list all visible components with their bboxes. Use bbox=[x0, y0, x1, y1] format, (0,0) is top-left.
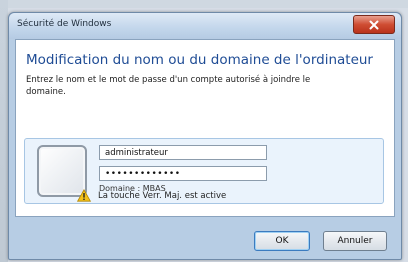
cancel-button[interactable]: Annuler bbox=[323, 231, 387, 251]
title-bar[interactable]: Sécurité de Windows bbox=[9, 13, 401, 39]
close-button[interactable] bbox=[353, 15, 395, 34]
warning-icon bbox=[77, 189, 91, 202]
warning-text: La touche Verr. Maj. est active bbox=[98, 190, 227, 201]
desktop-edge bbox=[0, 0, 8, 262]
close-icon bbox=[369, 20, 379, 29]
password-input[interactable]: ••••••••••••• bbox=[99, 166, 267, 181]
dialog-description: Entrez le nom et le mot de passe d'un co… bbox=[26, 75, 311, 97]
security-dialog: Sécurité de Windows Modification du nom … bbox=[8, 12, 402, 260]
window-title: Sécurité de Windows bbox=[17, 19, 112, 29]
caps-lock-warning: La touche Verr. Maj. est active bbox=[77, 189, 226, 202]
ok-button[interactable]: OK bbox=[254, 231, 310, 251]
dialog-heading: Modification du nom ou du domaine de l'o… bbox=[26, 52, 373, 68]
desktop-background bbox=[0, 0, 408, 8]
username-input[interactable]: administrateur bbox=[99, 145, 267, 160]
